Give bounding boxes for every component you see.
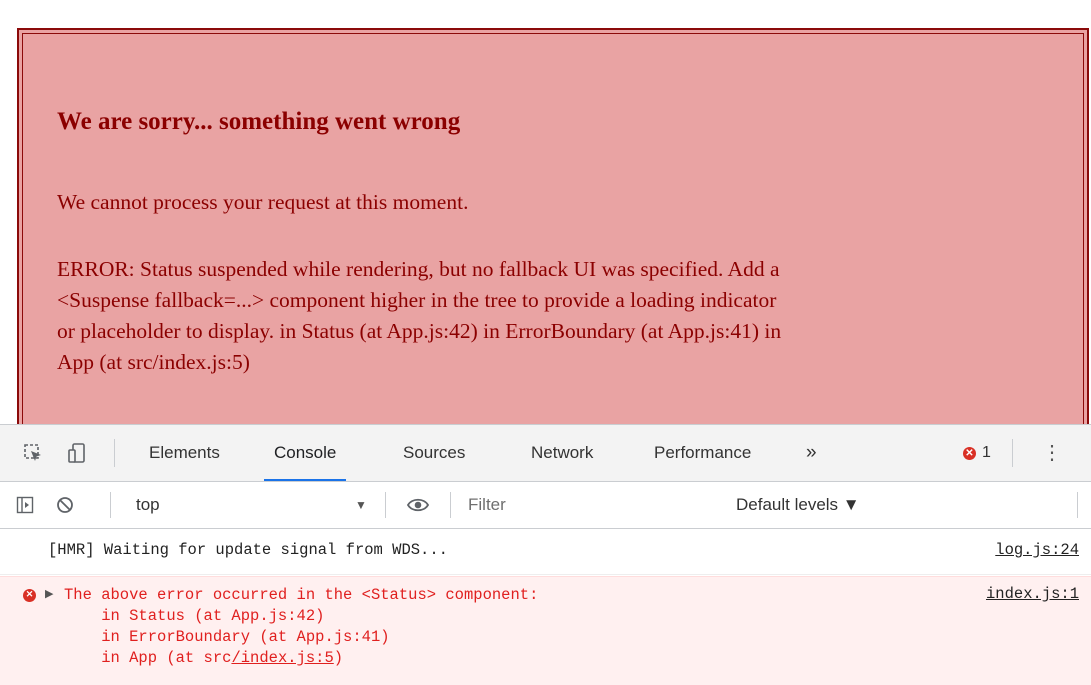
toolbar-divider — [450, 492, 451, 518]
context-selector[interactable]: top — [136, 482, 160, 528]
error-detail-line: <Suspense fallback=...> component higher… — [57, 288, 777, 312]
live-expression-eye-icon[interactable] — [403, 482, 433, 528]
error-count-badge[interactable]: ✕ 1 — [963, 425, 991, 481]
toolbar-divider — [1077, 492, 1078, 518]
app-page: We are sorry... something went wrong We … — [0, 0, 1091, 448]
error-stack-text: in App (at src — [64, 649, 232, 667]
tab-console[interactable]: Console — [263, 425, 347, 481]
expand-triangle-icon[interactable]: ▶ — [45, 587, 53, 601]
console-filter-input[interactable] — [458, 488, 720, 522]
error-stack-line: in Status (at App.js:42) — [64, 607, 325, 625]
clear-console-icon[interactable] — [52, 482, 78, 528]
tabbar-divider — [114, 439, 115, 467]
console-source-link[interactable]: log.js:24 — [995, 541, 1079, 559]
console-message-text: [HMR] Waiting for update signal from WDS… — [48, 541, 448, 559]
console-log-message: [HMR] Waiting for update signal from WDS… — [0, 529, 1091, 575]
console-error-message: ✕ ▶ The above error occurred in the <Sta… — [0, 576, 1091, 685]
log-levels-dropdown[interactable]: Default levels ▼ — [736, 482, 860, 528]
error-detail-line: App (at src/index.js:5) — [57, 350, 250, 374]
console-toolbar: top ▼ Default levels ▼ — [0, 482, 1091, 529]
error-stack: The above error occurred in the <Status>… — [64, 585, 538, 669]
error-detail-line: ERROR: Status suspended while rendering,… — [57, 257, 780, 281]
context-dropdown-arrow-icon[interactable]: ▼ — [355, 482, 367, 528]
devtools-tabbar: Elements Console Sources Network Perform… — [0, 425, 1091, 482]
toolbar-divider — [385, 492, 386, 518]
error-title: We are sorry... something went wrong — [57, 108, 461, 135]
error-stack-link[interactable]: /index.js:5 — [231, 649, 333, 667]
error-count: 1 — [982, 444, 991, 461]
tab-elements[interactable]: Elements — [149, 425, 220, 481]
tab-performance[interactable]: Performance — [654, 425, 751, 481]
device-toolbar-icon[interactable] — [62, 425, 92, 481]
error-stack-text: ) — [333, 649, 344, 667]
error-stack-line: The above error occurred in the <Status>… — [64, 586, 539, 604]
devtools-panel: Elements Console Sources Network Perform… — [0, 424, 1091, 685]
error-stack-line: in ErrorBoundary (at App.js:41) — [64, 628, 390, 646]
more-tabs-chevron-icon[interactable]: » — [806, 425, 817, 481]
console-source-link[interactable]: index.js:1 — [986, 585, 1079, 603]
tab-sources[interactable]: Sources — [403, 425, 465, 481]
error-message: We cannot process your request at this m… — [57, 190, 469, 214]
tabbar-divider — [1012, 439, 1013, 467]
error-stack-line: in App (at src/index.js:5) — [64, 649, 343, 667]
more-options-icon[interactable]: ⋮ — [1042, 425, 1062, 481]
error-circle-icon: ✕ — [23, 589, 36, 602]
show-sidebar-icon[interactable] — [12, 482, 38, 528]
error-detail-line: or placeholder to display. in Status (at… — [57, 319, 782, 343]
error-circle-icon: ✕ — [963, 446, 976, 460]
toolbar-divider — [110, 492, 111, 518]
tab-network[interactable]: Network — [531, 425, 593, 481]
error-boundary-box: We are sorry... something went wrong We … — [17, 28, 1089, 448]
error-detail: ERROR: Status suspended while rendering,… — [57, 254, 1057, 378]
inspect-element-icon[interactable] — [18, 425, 48, 481]
